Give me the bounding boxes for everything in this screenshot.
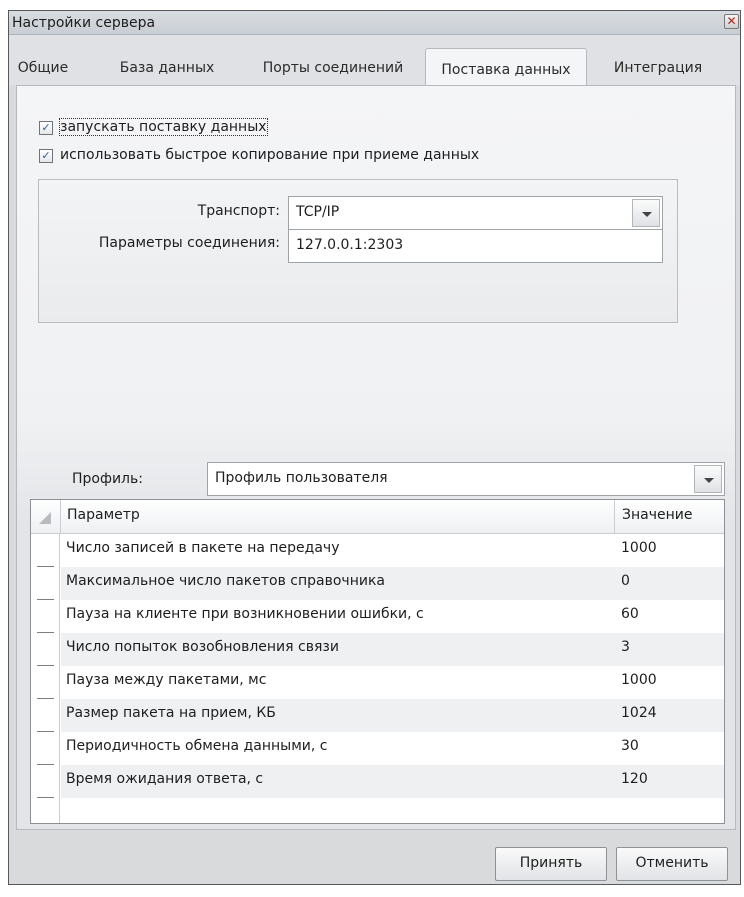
transport-value: TCP/IP xyxy=(296,204,340,220)
param-name: Число записей в пакете на передачу xyxy=(66,540,340,556)
table-row[interactable]: Пауза на клиенте при возникновении ошибк… xyxy=(61,600,724,633)
connection-params-label: Параметры соединения: xyxy=(98,235,280,251)
tab-general[interactable]: Общие xyxy=(15,47,71,85)
row-indicator[interactable] xyxy=(31,633,60,666)
select-all-corner[interactable] xyxy=(39,512,51,524)
tab-connection-ports[interactable]: Порты соединений xyxy=(253,47,413,85)
chevron-down-icon[interactable] xyxy=(694,465,722,493)
parameters-grid: Параметр Значение Число записей в пакете… xyxy=(30,499,725,824)
tab-strip: Общие База данных Порты соединений Поста… xyxy=(9,35,740,86)
row-indicator[interactable] xyxy=(31,567,60,600)
param-value[interactable]: 120 xyxy=(621,771,648,787)
cancel-button[interactable]: Отменить xyxy=(616,847,728,881)
close-icon[interactable]: ✕ xyxy=(724,14,739,29)
column-header-value[interactable]: Значение xyxy=(614,500,724,534)
param-value[interactable]: 1000 xyxy=(621,540,657,556)
param-value[interactable]: 0 xyxy=(621,573,630,589)
apply-button[interactable]: Принять xyxy=(495,847,607,881)
connection-params-value: 127.0.0.1:2303 xyxy=(296,237,404,253)
param-name: Периодичность обмена данными, с xyxy=(66,738,328,754)
param-value[interactable]: 3 xyxy=(621,639,630,655)
param-value[interactable]: 30 xyxy=(621,738,639,754)
transport-group: Транспорт: TCP/IP Параметры соединения: … xyxy=(38,179,678,323)
transport-label: Транспорт: xyxy=(197,203,280,219)
param-value[interactable]: 1024 xyxy=(621,705,657,721)
tab-data-delivery[interactable]: Поставка данных xyxy=(425,48,587,86)
param-name: Пауза на клиенте при возникновении ошибк… xyxy=(66,606,424,622)
table-row[interactable]: Размер пакета на прием, КБ 1024 xyxy=(61,699,724,732)
tab-database[interactable]: База данных xyxy=(107,47,227,85)
window-title: Настройки сервера xyxy=(12,15,156,31)
column-header-parameter[interactable]: Параметр xyxy=(60,500,614,534)
param-name: Время ожидания ответа, с xyxy=(66,771,264,787)
table-row[interactable]: Максимальное число пакетов справочника 0 xyxy=(61,567,724,600)
data-delivery-panel: ✓ запускать поставку данных ✓ использова… xyxy=(16,85,736,830)
chevron-down-icon[interactable] xyxy=(632,199,660,227)
connection-params-input[interactable]: 127.0.0.1:2303 xyxy=(288,229,663,263)
title-bar: Настройки сервера ✕ xyxy=(9,11,740,35)
profile-value: Профиль пользователя xyxy=(215,470,388,486)
table-row[interactable]: Время ожидания ответа, с 120 xyxy=(61,765,724,798)
fast-copy-label: использовать быстрое копирование при при… xyxy=(60,147,480,163)
row-indicator[interactable] xyxy=(31,732,60,765)
row-indicator[interactable] xyxy=(31,798,60,823)
param-name: Размер пакета на прием, КБ xyxy=(66,705,276,721)
table-row[interactable]: Периодичность обмена данными, с 30 xyxy=(61,732,724,765)
param-name: Максимальное число пакетов справочника xyxy=(66,573,385,589)
row-indicator[interactable] xyxy=(31,699,60,732)
grid-header: Параметр Значение xyxy=(31,500,724,534)
table-row[interactable]: Пауза между пакетами, мс 1000 xyxy=(61,666,724,699)
row-indicator[interactable] xyxy=(31,600,60,633)
profile-select[interactable]: Профиль пользователя xyxy=(207,462,725,496)
param-name: Число попыток возобновления связи xyxy=(66,639,339,655)
param-name: Пауза между пакетами, мс xyxy=(66,672,267,688)
param-value[interactable]: 1000 xyxy=(621,672,657,688)
start-delivery-label: запускать поставку данных xyxy=(59,118,268,136)
table-row[interactable]: Число попыток возобновления связи 3 xyxy=(61,633,724,666)
transport-select[interactable]: TCP/IP xyxy=(288,196,663,230)
profile-label: Профиль: xyxy=(72,471,143,487)
server-settings-window: Настройки сервера ✕ Общие База данных По… xyxy=(8,10,741,885)
row-indicator[interactable] xyxy=(31,666,60,699)
table-row[interactable]: Число записей в пакете на передачу 1000 xyxy=(61,534,724,567)
param-value[interactable]: 60 xyxy=(621,606,639,622)
row-indicator[interactable] xyxy=(31,765,60,798)
tab-integration[interactable]: Интеграция xyxy=(603,47,713,85)
row-indicator[interactable] xyxy=(31,534,60,567)
start-delivery-checkbox[interactable]: ✓ xyxy=(39,121,53,135)
fast-copy-checkbox[interactable]: ✓ xyxy=(39,149,53,163)
